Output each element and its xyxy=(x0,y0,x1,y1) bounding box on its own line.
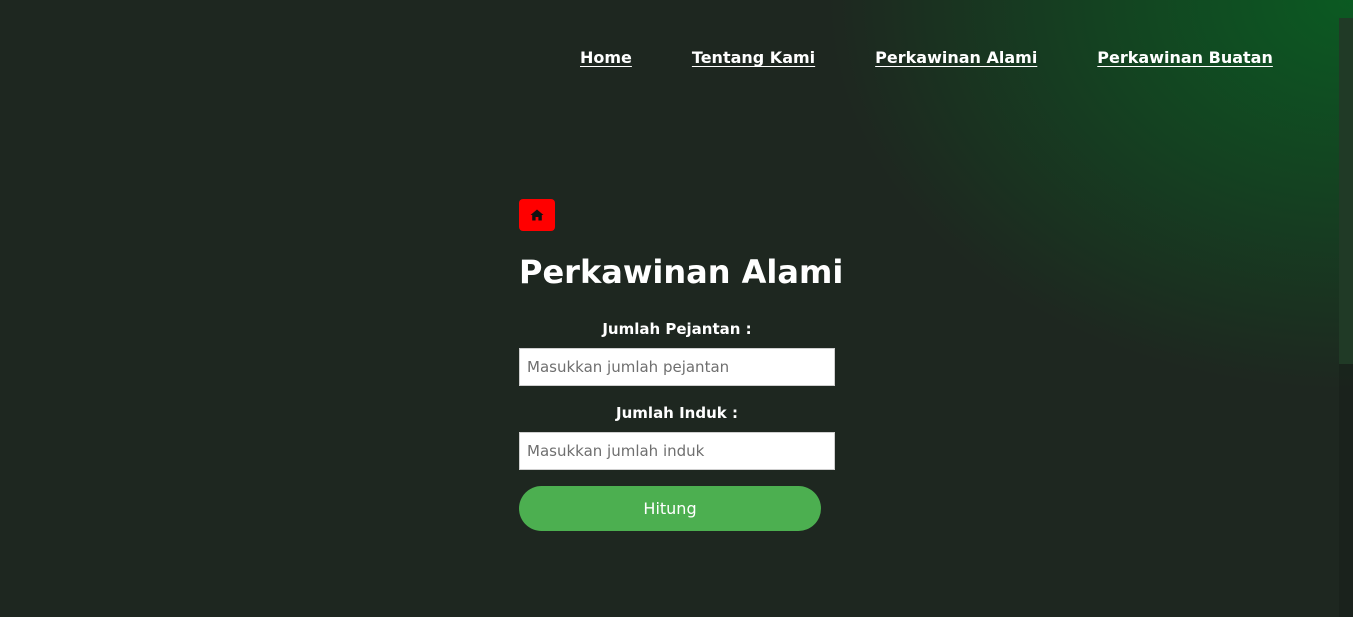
pejantan-group: Jumlah Pejantan : xyxy=(519,318,835,386)
nav-link-tentang-kami[interactable]: Tentang Kami xyxy=(692,48,815,68)
pejantan-label: Jumlah Pejantan : xyxy=(602,320,752,338)
nav-link-perkawinan-buatan[interactable]: Perkawinan Buatan xyxy=(1097,48,1273,68)
main-nav: Home Tentang Kami Perkawinan Alami Perka… xyxy=(580,48,1273,68)
induk-label: Jumlah Induk : xyxy=(616,404,738,422)
calculation-form: Jumlah Pejantan : Jumlah Induk : Hitung xyxy=(519,318,835,531)
home-button[interactable] xyxy=(519,199,555,231)
hitung-button[interactable]: Hitung xyxy=(519,486,821,531)
scrollbar[interactable] xyxy=(1339,18,1353,617)
home-icon xyxy=(530,209,544,221)
nav-link-perkawinan-alami[interactable]: Perkawinan Alami xyxy=(875,48,1037,68)
pejantan-input[interactable] xyxy=(519,348,835,386)
induk-input[interactable] xyxy=(519,432,835,470)
induk-group: Jumlah Induk : xyxy=(519,402,835,470)
page-title: Perkawinan Alami xyxy=(519,253,844,291)
scrollbar-thumb[interactable] xyxy=(1339,18,1353,364)
nav-link-home[interactable]: Home xyxy=(580,48,632,68)
